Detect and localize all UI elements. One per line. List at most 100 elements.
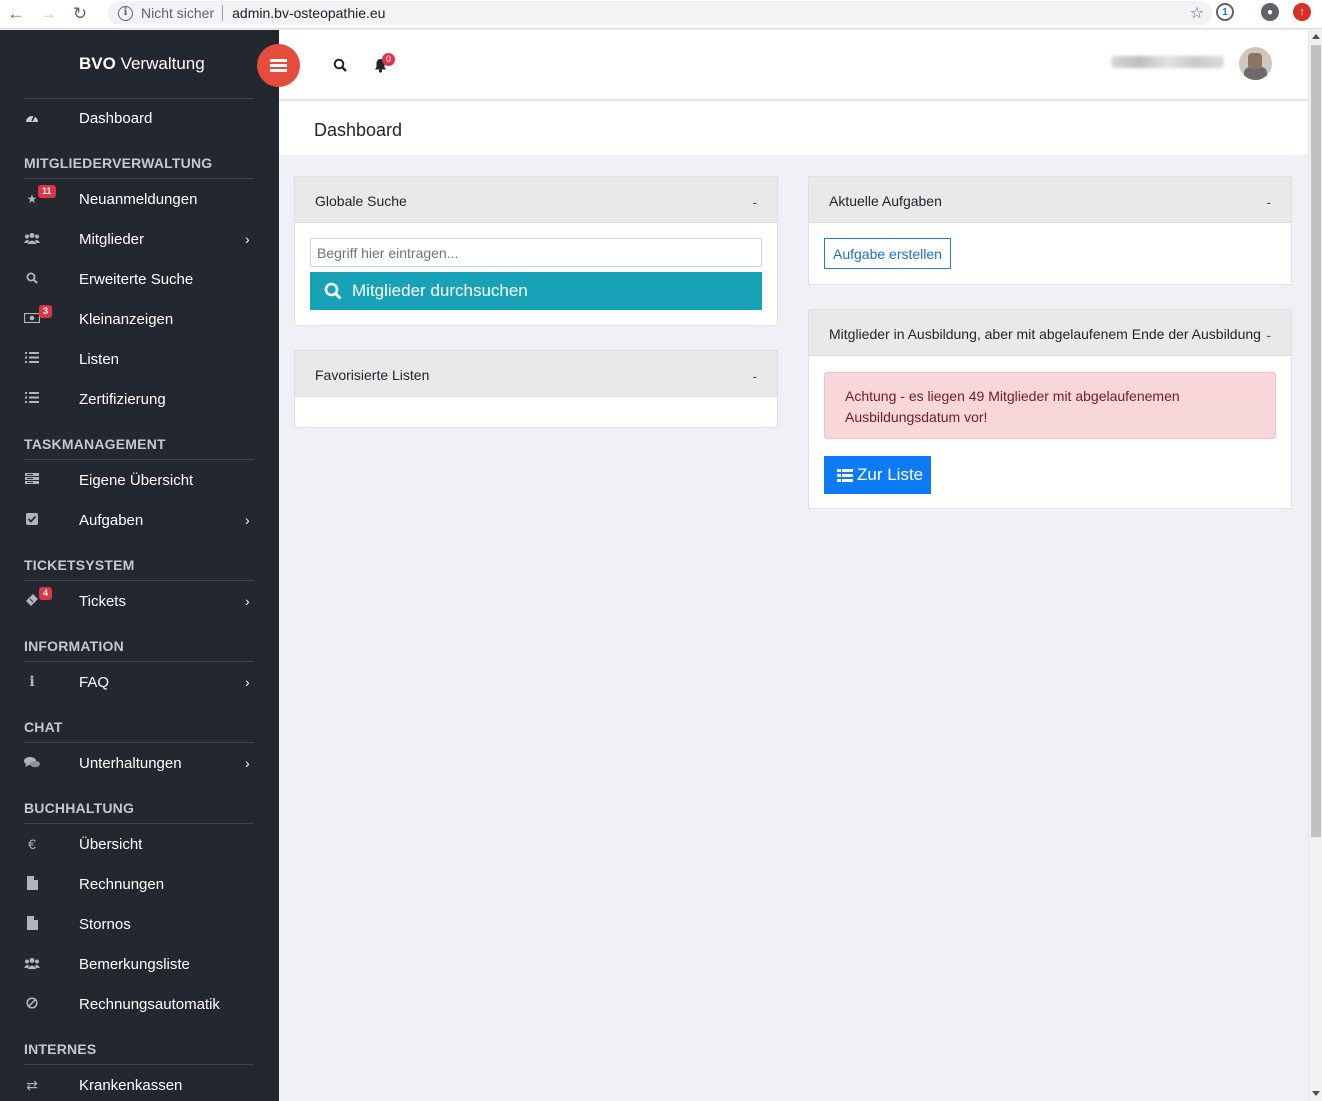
dashboard-gauge-icon <box>24 111 40 126</box>
security-label: Nicht sicher <box>141 5 215 21</box>
chevron-right-icon: › <box>245 231 250 247</box>
collapse-button[interactable]: - <box>752 194 757 210</box>
sidebar-section: CHAT <box>0 702 279 743</box>
menu-toggle-button[interactable] <box>257 44 300 87</box>
address-bar[interactable]: i Nicht sicher admin.bv-osteopathie.eu ☆ <box>108 1 1212 25</box>
global-search-input[interactable] <box>310 238 762 267</box>
scroll-down-arrow[interactable] <box>1312 1091 1320 1096</box>
sidebar-section-title: TASKMANAGEMENT <box>24 436 166 452</box>
create-task-button[interactable]: Aufgabe erstellen <box>824 238 951 269</box>
page-title: Dashboard <box>314 120 403 140</box>
sidebar-section: TASKMANAGEMENT <box>0 419 279 460</box>
users-icon <box>24 232 40 247</box>
sidebar-item-unterhaltungen[interactable]: Unterhaltungen › <box>0 743 279 783</box>
sidebar-item-stornos[interactable]: Stornos <box>0 904 279 944</box>
sidebar: BVO Verwaltung Dashboard MITGLIEDERVERWA… <box>0 30 279 1101</box>
ban-icon <box>24 996 40 1012</box>
avatar[interactable] <box>1239 47 1272 80</box>
sidebar-item-dashboard[interactable]: Dashboard <box>0 98 279 138</box>
search-icon <box>324 282 342 300</box>
global-search-card: Globale Suche - Mitglieder durchsuchen <box>294 176 778 326</box>
card-header: Globale Suche - <box>295 177 777 223</box>
sidebar-item-label: Stornos <box>79 915 131 933</box>
sidebar-item-tickets[interactable]: 4 Tickets › <box>0 581 279 621</box>
comments-icon <box>24 756 40 771</box>
info-icon[interactable]: i <box>118 5 133 21</box>
collapse-button[interactable]: - <box>1266 327 1271 343</box>
sidebar-section-title: INFORMATION <box>24 638 124 654</box>
ads-badge: 3 <box>39 305 53 318</box>
search-members-button[interactable]: Mitglieder durchsuchen <box>310 272 762 310</box>
sidebar-item-listen[interactable]: Listen <box>0 339 279 379</box>
sidebar-section: MITGLIEDERVERWALTUNG <box>0 138 279 179</box>
sidebar-item-label: Bemerkungsliste <box>79 955 190 973</box>
bookmark-star-icon[interactable]: ☆ <box>1190 3 1204 23</box>
brand-bold: BVO <box>79 54 116 73</box>
money-bill-icon <box>23 312 41 326</box>
page-title-bar: Dashboard <box>279 101 1308 155</box>
sidebar-nav: Dashboard MITGLIEDERVERWALTUNG ★ 11 Neua… <box>0 98 279 1101</box>
sidebar-item-zertifizierung[interactable]: Zertifizierung <box>0 379 279 419</box>
sidebar-item-kleinanzeigen[interactable]: 3 Kleinanzeigen <box>0 299 279 339</box>
sidebar-item-label: Zertifizierung <box>79 390 166 408</box>
sidebar-item-label: Kleinanzeigen <box>79 310 174 328</box>
sidebar-item-label: Eigene Übersicht <box>79 471 194 489</box>
sidebar-section: INTERNES <box>0 1024 279 1065</box>
sidebar-item-mitglieder[interactable]: Mitglieder › <box>0 219 279 259</box>
forward-icon[interactable]: → <box>32 0 64 29</box>
ticket-icon <box>24 593 40 610</box>
search-icon <box>24 272 40 287</box>
sidebar-item-label: Rechnungen <box>79 875 165 893</box>
sidebar-item-rechnungen[interactable]: Rechnungen <box>0 864 279 904</box>
exchange-icon: ⇄ <box>26 1076 38 1093</box>
header-search-icon[interactable] <box>333 58 347 72</box>
card-title: Mitglieder in Ausbildung, aber mit abgel… <box>829 326 1261 342</box>
current-tasks-card: Aktuelle Aufgaben - Aufgabe erstellen <box>808 176 1292 285</box>
card-header: Favorisierte Listen - <box>295 351 777 397</box>
page-scrollbar[interactable] <box>1308 30 1322 1101</box>
notification-badge: 0 <box>382 53 395 66</box>
menu-bar <box>270 59 287 62</box>
card-header: Aktuelle Aufgaben - <box>809 177 1291 223</box>
sidebar-item-neuanmeldungen[interactable]: ★ 11 Neuanmeldungen <box>0 179 279 219</box>
chevron-right-icon: › <box>245 593 250 609</box>
password-extension-icon[interactable]: 1 <box>1216 3 1234 21</box>
card-header: Mitglieder in Ausbildung, aber mit abgel… <box>809 310 1291 356</box>
sidebar-item-label: Krankenkassen <box>79 1076 183 1094</box>
sidebar-item-aufgaben[interactable]: Aufgaben › <box>0 500 279 540</box>
url-text: admin.bv-osteopathie.eu <box>232 5 386 21</box>
sidebar-item-uebersicht[interactable]: € Übersicht <box>0 824 279 864</box>
update-icon[interactable]: ↑ <box>1293 3 1311 21</box>
euro-icon: € <box>28 836 36 852</box>
brand-logo[interactable]: BVO Verwaltung <box>79 54 205 74</box>
check-square-icon <box>24 512 40 528</box>
collapse-button[interactable]: - <box>752 368 757 384</box>
card-title: Favorisierte Listen <box>315 367 430 383</box>
reload-icon[interactable]: ↻ <box>64 0 96 29</box>
sidebar-item-rechnungsautomatik[interactable]: Rechnungsautomatik <box>0 984 279 1024</box>
scroll-up-arrow[interactable] <box>1312 34 1320 39</box>
tasks-overview-icon <box>24 473 40 487</box>
sidebar-item-label: Listen <box>79 350 120 368</box>
sidebar-section-title: MITGLIEDERVERWALTUNG <box>24 155 213 171</box>
sidebar-item-erweiterte-suche[interactable]: Erweiterte Suche <box>0 259 279 299</box>
collapse-button[interactable]: - <box>1266 194 1271 210</box>
avatar-face <box>1248 53 1262 69</box>
user-name-blurred[interactable] <box>1111 56 1224 68</box>
address-separator <box>222 5 224 21</box>
sidebar-item-krankenkassen[interactable]: ⇄ Krankenkassen <box>0 1065 279 1101</box>
browser-toolbar: ← → ↻ i Nicht sicher admin.bv-osteopathi… <box>0 0 1322 29</box>
sidebar-section-title: INTERNES <box>24 1041 97 1057</box>
to-list-button[interactable]: Zur Liste <box>824 456 931 494</box>
chevron-right-icon: › <box>245 674 250 690</box>
sidebar-item-label: Rechnungsautomatik <box>79 995 220 1013</box>
sidebar-item-label: Dashboard <box>79 109 153 127</box>
tickets-badge: 4 <box>39 587 53 600</box>
sidebar-item-faq[interactable]: i FAQ › <box>0 662 279 702</box>
sidebar-item-eigene-uebersicht[interactable]: Eigene Übersicht <box>0 460 279 500</box>
back-icon[interactable]: ← <box>0 0 32 29</box>
sidebar-section-title: CHAT <box>24 719 63 735</box>
scroll-thumb[interactable] <box>1311 45 1321 837</box>
sidebar-item-bemerkungsliste[interactable]: Bemerkungsliste <box>0 944 279 984</box>
account-icon[interactable]: ● <box>1261 3 1279 21</box>
